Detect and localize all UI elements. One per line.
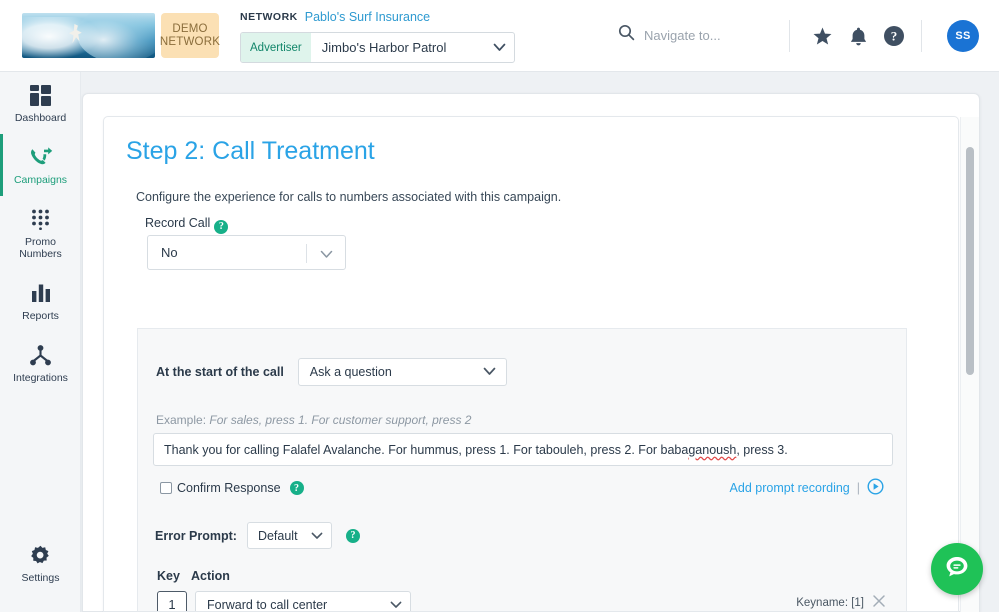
demo-badge-line1: DEMO <box>172 23 207 36</box>
left-sidebar: Dashboard Campaigns Promo Numbers Report… <box>0 72 81 612</box>
keypad-dots-icon <box>30 208 51 230</box>
sidebar-item-reports[interactable]: Reports <box>0 270 81 332</box>
add-prompt-recording-link[interactable]: Add prompt recording <box>730 481 850 495</box>
surfer-wave-logo-image <box>22 13 155 58</box>
sidebar-item-dashboard[interactable]: Dashboard <box>0 72 81 134</box>
play-circle-icon[interactable] <box>867 478 884 498</box>
advertiser-selector[interactable]: Advertiser Jimbo's Harbor Patrol <box>240 32 515 63</box>
error-prompt-value: Default <box>258 529 298 543</box>
select-divider <box>306 244 307 263</box>
network-name-link[interactable]: Pablo's Surf Insurance <box>305 10 430 24</box>
confirm-response-row[interactable]: Confirm Response ? <box>160 481 304 495</box>
action-select[interactable]: Forward to call center <box>195 591 411 612</box>
help-icon-confirm-response[interactable]: ? <box>290 481 304 495</box>
network-breadcrumb: NETWORK Pablo's Surf Insurance <box>240 10 430 24</box>
phone-forward-icon <box>29 146 53 168</box>
call-flow-panel: At the start of the call Ask a question … <box>137 328 907 612</box>
error-prompt-label: Error Prompt: <box>155 529 237 543</box>
record-call-label-text: Record Call <box>145 216 210 230</box>
sidebar-item-label: Reports <box>22 310 59 322</box>
help-icon[interactable]: ? <box>882 24 906 48</box>
sidebar-item-label: Campaigns <box>14 174 67 186</box>
confirm-response-label: Confirm Response <box>177 481 281 495</box>
sidebar-item-label: Settings <box>22 572 60 584</box>
record-call-value: No <box>161 245 178 260</box>
advertiser-selected-value: Jimbo's Harbor Patrol <box>311 33 484 62</box>
chevron-down-icon <box>320 247 333 262</box>
gear-icon <box>30 544 51 566</box>
chevron-down-icon <box>484 33 514 62</box>
table-column-header-key: Key <box>157 569 180 583</box>
help-icon-record-call[interactable]: ? <box>214 220 228 234</box>
chevron-down-icon <box>311 529 323 543</box>
confirm-response-checkbox[interactable] <box>160 482 172 494</box>
bar-chart-icon <box>31 282 51 304</box>
global-search[interactable]: Navigate to... <box>618 24 721 46</box>
demo-badge-line2: NETWORK <box>160 36 220 49</box>
avatar-initials: SS <box>955 30 970 42</box>
table-column-header-action: Action <box>191 569 230 583</box>
svg-text:?: ? <box>891 29 898 44</box>
error-prompt-row: Error Prompt: Default ? <box>155 522 360 549</box>
start-of-call-select[interactable]: Ask a question <box>298 358 507 386</box>
prompt-text-part-b: , press 3. <box>736 443 787 457</box>
wave-crest <box>77 13 155 58</box>
advertiser-tag-label: Advertiser <box>241 33 311 62</box>
key-input[interactable]: 1 <box>157 591 187 612</box>
page-description: Configure the experience for calls to nu… <box>136 190 561 204</box>
bell-icon[interactable] <box>846 24 870 48</box>
app-header: DEMO NETWORK NETWORK Pablo's Surf Insura… <box>0 0 999 72</box>
start-of-call-value: Ask a question <box>310 365 392 379</box>
prompt-text-misspelled-word: ganoush <box>688 443 736 457</box>
chevron-down-icon <box>390 598 402 612</box>
sidebar-item-label-line1: Promo <box>25 236 56 248</box>
demo-network-badge: DEMO NETWORK <box>161 13 219 58</box>
start-of-call-label: At the start of the call <box>156 365 284 379</box>
sidebar-item-label: Integrations <box>13 372 68 384</box>
action-value: Forward to call center <box>207 598 327 612</box>
help-icon-error-prompt[interactable]: ? <box>346 529 360 543</box>
header-divider-right <box>921 20 922 52</box>
record-call-label: Record Call? <box>145 216 228 234</box>
header-divider-left <box>789 20 790 52</box>
scrollbar-thumb[interactable] <box>966 147 974 375</box>
example-prefix: Example: <box>156 413 206 427</box>
grid-icon <box>30 84 51 106</box>
prompt-text-input[interactable]: Thank you for calling Falafel Avalanche.… <box>153 433 893 466</box>
chat-widget-button[interactable] <box>931 543 983 595</box>
call-treatment-card: Step 2: Call Treatment Configure the exp… <box>103 116 959 612</box>
brand-logo-area[interactable]: DEMO NETWORK <box>22 13 219 58</box>
key-value: 1 <box>168 597 175 612</box>
error-prompt-select[interactable]: Default <box>247 522 332 549</box>
page-title: Step 2: Call Treatment <box>126 137 375 166</box>
content-scrollbar[interactable] <box>960 117 979 612</box>
prompt-text-part-a: Thank you for calling Falafel Avalanche.… <box>164 443 688 457</box>
chevron-down-icon <box>483 365 496 379</box>
search-input-placeholder[interactable]: Navigate to... <box>644 28 721 43</box>
hierarchy-icon <box>30 344 51 366</box>
recording-actions: Add prompt recording | <box>730 478 884 498</box>
sidebar-item-settings[interactable]: Settings <box>0 532 81 594</box>
star-icon[interactable] <box>810 24 834 48</box>
search-icon <box>618 24 635 46</box>
sidebar-item-campaigns[interactable]: Campaigns <box>0 134 81 196</box>
example-hint: Example: For sales, press 1. For custome… <box>156 413 471 427</box>
sidebar-item-integrations[interactable]: Integrations <box>0 332 81 394</box>
sidebar-item-label-line2: Numbers <box>19 248 62 260</box>
sidebar-item-promo-numbers[interactable]: Promo Numbers <box>0 196 81 270</box>
start-of-call-row: At the start of the call Ask a question <box>156 358 507 386</box>
example-text: For sales, press 1. For customer support… <box>209 413 471 427</box>
link-separator: | <box>857 481 860 495</box>
network-label: NETWORK <box>240 11 298 23</box>
avatar[interactable]: SS <box>947 20 979 52</box>
sidebar-item-label: Dashboard <box>15 112 66 124</box>
close-icon[interactable] <box>872 594 886 612</box>
keyname-label: Keyname: [1] <box>796 597 864 609</box>
chat-bubble-icon <box>943 553 971 586</box>
record-call-select[interactable]: No <box>147 235 346 270</box>
